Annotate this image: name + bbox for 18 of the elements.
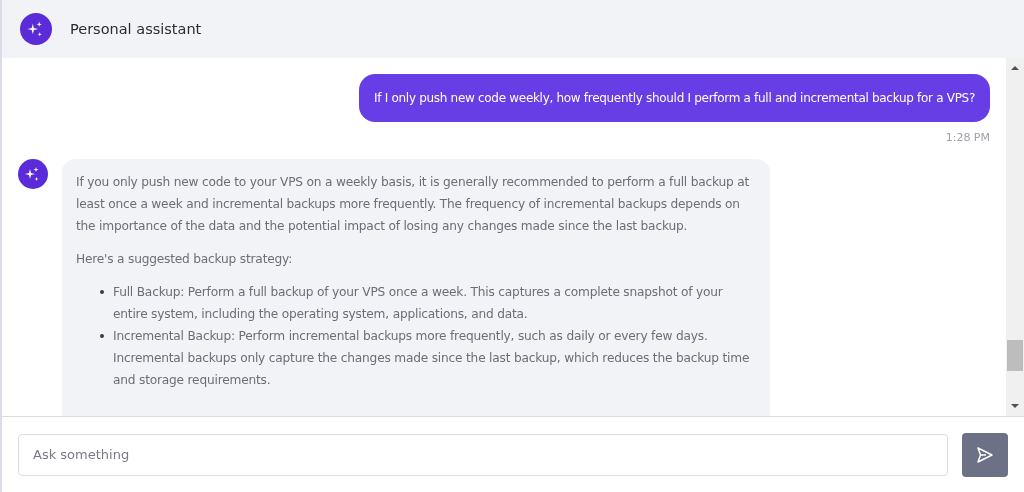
send-icon [975,444,995,465]
user-message: If I only push new code weekly, how frequently should I perform a full and incremental backup for a VPS? [359,74,990,122]
message-time: 1:28 PM [945,131,990,144]
list-item-text: Full Backup: Perform a full backup of your VPS once a week. This captures a complete snapshot of your entire system, including the operating system, applications, and data. [113,284,724,323]
bullet-icon [100,290,104,294]
assistant-title: Personal assistant [70,21,202,37]
message-paragraph: Here's a suggested backup strategy: [76,251,294,268]
sparkle-avatar-icon [20,13,52,45]
message-paragraph: If you only push new code to your VPS on a weekly basis, it is generally recommended to perform a full backup at least once a week and incremental backups more frequently. The frequency of incremental backups depends on the importance of the data and the potential impact of losing any changes made since the last backup. [76,174,751,235]
scrollbar[interactable] [1006,58,1024,416]
send-button[interactable] [962,432,1008,477]
scroll-down-icon[interactable] [1010,401,1020,411]
bullet-icon [100,334,104,338]
scroll-up-icon[interactable] [1010,63,1020,73]
message-input-field[interactable]: Ask something [18,433,948,476]
sparkle-avatar-icon [18,159,48,189]
scrollbar-thumb[interactable] [1007,340,1023,371]
list-item-text: Incremental Backup: Perform incremental backups more frequently, such as daily or every few days. Incremental backups only capture the changes made since the last backup, which reduces the backup time and storage requirements. [113,328,751,389]
